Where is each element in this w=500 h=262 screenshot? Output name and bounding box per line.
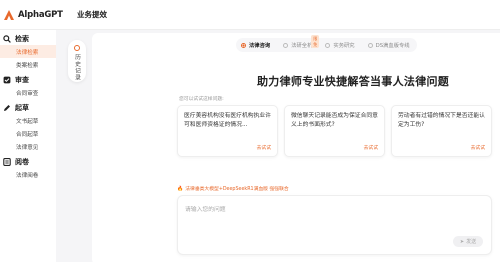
search-icon [3,34,11,43]
suggestion-text: 微信聊天记录能否成为保证合同意义上的书面形式? [291,113,378,128]
file-icon [3,157,11,166]
tab-legal-consult[interactable]: 法律咨询 [241,41,270,49]
tab-ds-line[interactable]: DS满血版专线 [367,41,410,49]
sidebar-section-label: 审查 [15,75,29,84]
history-label: 历史记录 [73,54,80,82]
sidebar-section-label: 检索 [15,34,29,43]
model-info: 🔥 法律垂类大模型+DeepSeekR1满血版 强强联合 [177,185,289,193]
try-button[interactable]: 去试试 [364,144,378,151]
sidebar-section-search[interactable]: 检索 [0,32,56,45]
sidebar-item-case-search[interactable]: 类案检索 [0,58,56,71]
sidebar-section-file[interactable]: 阅卷 [0,155,56,168]
sidebar-section-review[interactable]: 审查 [0,73,56,86]
send-button[interactable]: ➤ 发送 [453,236,483,247]
draft-icon [3,104,11,112]
history-icon [74,45,80,51]
sidebar-item-contract-draft[interactable]: 合同起草 [0,127,56,140]
suggestion-cards: 医疗美容机构没有医疗机构执业许可和医师资格证的情况... 去试试 微信聊天记录能… [177,105,498,157]
radio-icon [325,42,331,48]
sidebar-section-draft[interactable]: 起草 [0,101,56,114]
tab-practice-research[interactable]: 实务研究 [325,41,355,49]
suggestion-card[interactable]: 劳动者有过错的情况下是否还能认定为工伤? 去试试 [391,105,492,157]
page-title: 业务提效 [77,10,107,19]
sidebar-item-document-draft[interactable]: 文书起草 [0,114,56,127]
headline: 助力律师专业快捷解答当事人法律问题 [257,75,450,88]
tab-label: DS满血版专线 [375,43,410,49]
history-tab[interactable]: 历史记录 [68,40,86,82]
mode-tabs: 法律咨询 法研全析 限免 实务研究 DS满血版专线 [236,35,417,52]
question-input-box: ➤ 发送 [177,195,492,255]
sidebar-item-contract-review[interactable]: 合同审查 [0,86,56,99]
logo-icon [3,9,15,21]
tab-label: 实务研究 [333,43,355,49]
tab-label: 法研全析 [291,43,313,49]
sidebar-section-label: 起草 [15,103,29,112]
send-icon: ➤ [459,238,465,245]
question-input[interactable] [185,204,435,224]
main-panel: 法律咨询 法研全析 限免 实务研究 DS满血版专线 助力律师专业快捷解答当事人法… [92,33,500,262]
suggestion-text: 劳动者有过错的情况下是否还能认定为工伤? [398,113,485,128]
send-label: 发送 [466,239,477,245]
try-button[interactable]: 去试试 [257,144,271,151]
sidebar-item-legal-opinion[interactable]: 法律意见 [0,140,56,153]
tab-label: 法律咨询 [249,43,271,49]
sidebar: 检索 法律检索 类案检索 审查 合同审查 起草 文书起草 合同起草 法律意见 阅… [0,30,56,262]
review-icon [3,76,11,84]
free-badge: 限免 [311,35,320,48]
suggestion-card[interactable]: 医疗美容机构没有医疗机构执业许可和医师资格证的情况... 去试试 [177,105,278,157]
app-logo[interactable]: AlphaGPT [0,9,63,21]
model-label: 法律垂类大模型+DeepSeekR1满血版 强强联合 [185,187,289,192]
radio-icon [367,42,373,48]
fire-icon: 🔥 [177,185,184,192]
radio-icon [241,42,246,48]
try-button[interactable]: 去试试 [471,144,485,151]
sidebar-item-legal-search[interactable]: 法律检索 [0,45,56,58]
top-bar: AlphaGPT 业务提效 [0,0,500,30]
radio-icon [283,42,289,48]
suggestion-text: 医疗美容机构没有医疗机构执业许可和医师资格证的情况... [184,113,271,128]
sidebar-item-legal-file[interactable]: 法律阅卷 [0,168,56,181]
suggestion-card[interactable]: 微信聊天记录能否成为保证合同意义上的书面形式? 去试试 [284,105,385,157]
suggestion-label: 您可以试试这样问题: [179,97,224,102]
sidebar-section-label: 阅卷 [15,157,29,166]
app-name: AlphaGPT [18,9,63,20]
tab-full-analysis[interactable]: 法研全析 限免 [283,35,320,49]
